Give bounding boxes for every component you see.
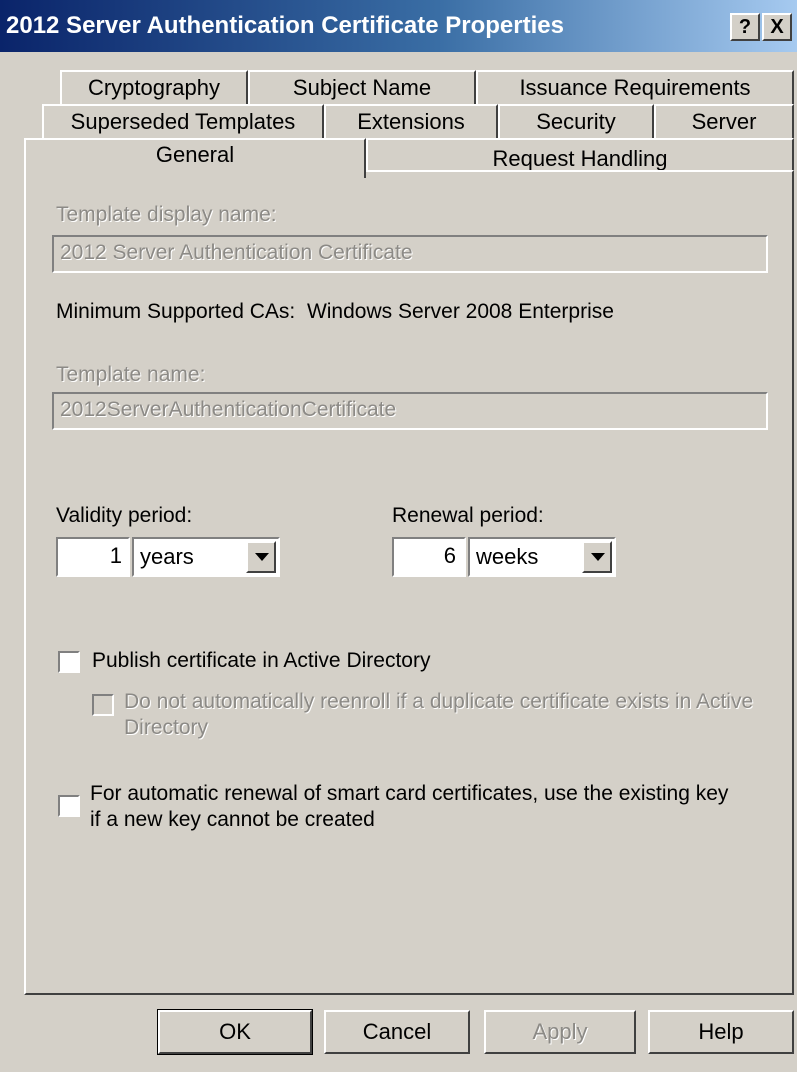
no-reenroll-label-line2: Directory	[124, 716, 209, 739]
renewal-unit-dropdown-button[interactable]	[582, 541, 612, 573]
no-reenroll-label-line1: Do not automatically reenroll if a dupli…	[124, 690, 754, 713]
publish-ad-checkbox[interactable]	[58, 651, 80, 673]
tab-extensions[interactable]: Extensions	[324, 104, 498, 138]
tab-server[interactable]: Server	[654, 104, 794, 138]
validity-unit-select[interactable]: years	[132, 537, 280, 577]
tab-superseded-templates[interactable]: Superseded Templates	[42, 104, 324, 138]
min-ca-value: Windows Server 2008 Enterprise	[306, 300, 614, 323]
close-title-button[interactable]: X	[762, 13, 792, 41]
title-bar[interactable]: 2012 Server Authentication Certificate P…	[0, 0, 797, 52]
template-name-label: Template name:	[56, 363, 206, 386]
general-tab-panel	[24, 170, 794, 995]
smartcard-renewal-label-line1[interactable]: For automatic renewal of smart card cert…	[90, 782, 728, 806]
chevron-down-icon	[255, 553, 269, 561]
tab-subject-name[interactable]: Subject Name	[248, 70, 476, 104]
no-reenroll-checkbox[interactable]	[92, 694, 114, 716]
template-name-field: 2012ServerAuthenticationCertificate	[52, 392, 768, 430]
min-ca-label-text: Minimum Supported CAs:	[56, 300, 296, 323]
display-name-label: Template display name:	[56, 203, 277, 226]
tab-cryptography[interactable]: Cryptography	[60, 70, 248, 104]
validity-unit-dropdown-button[interactable]	[246, 541, 276, 573]
smartcard-renewal-checkbox[interactable]	[58, 795, 80, 817]
tab-security[interactable]: Security	[498, 104, 654, 138]
renewal-period-label: Renewal period:	[392, 504, 544, 527]
ok-button[interactable]: OK	[157, 1009, 313, 1055]
renewal-period-input[interactable]: 6	[392, 537, 466, 577]
apply-button[interactable]: Apply	[484, 1010, 636, 1054]
validity-unit-value: years	[140, 544, 194, 569]
min-ca-label: Minimum Supported CAs: Windows Server 20…	[56, 300, 614, 324]
renewal-unit-select[interactable]: weeks	[468, 537, 616, 577]
tab-general[interactable]: General	[24, 138, 366, 178]
smartcard-renewal-label-line2[interactable]: if a new key cannot be created	[90, 808, 375, 832]
validity-period-input[interactable]: 1	[56, 537, 130, 577]
help-button[interactable]: Help	[648, 1010, 794, 1054]
help-title-button[interactable]: ?	[730, 13, 760, 41]
publish-ad-label[interactable]: Publish certificate in Active Directory	[92, 649, 430, 673]
validity-period-label: Validity period:	[56, 504, 193, 527]
cancel-button[interactable]: Cancel	[324, 1010, 470, 1054]
window-title: 2012 Server Authentication Certificate P…	[6, 12, 564, 39]
tab-request-handling[interactable]: Request Handling	[366, 138, 794, 172]
chevron-down-icon	[591, 553, 605, 561]
display-name-field: 2012 Server Authentication Certificate	[52, 235, 768, 273]
tab-issuance-requirements[interactable]: Issuance Requirements	[476, 70, 794, 104]
renewal-unit-value: weeks	[476, 544, 539, 569]
